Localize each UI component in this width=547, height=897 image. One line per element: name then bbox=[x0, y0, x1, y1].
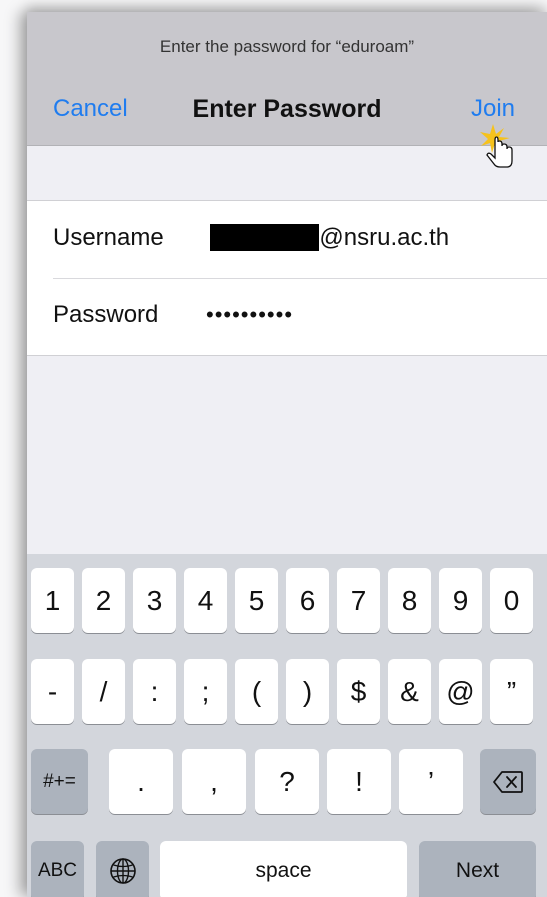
key-open-paren[interactable]: ( bbox=[235, 659, 278, 724]
cancel-button[interactable]: Cancel bbox=[53, 95, 128, 123]
backspace-icon bbox=[493, 770, 523, 793]
key-quote[interactable]: ” bbox=[490, 659, 533, 724]
key-hyphen[interactable]: - bbox=[31, 659, 74, 724]
key-5[interactable]: 5 bbox=[235, 568, 278, 633]
key-apostrophe[interactable]: ’ bbox=[399, 749, 463, 814]
credentials-form: Username valeerat.d@nsru.ac.th Password … bbox=[27, 200, 547, 356]
key-dollar[interactable]: $ bbox=[337, 659, 380, 724]
wifi-password-dialog: Enter the password for “eduroam” Cancel … bbox=[27, 12, 547, 897]
key-slash[interactable]: / bbox=[82, 659, 125, 724]
hand-pointer-cursor-icon bbox=[480, 124, 513, 168]
key-1[interactable]: 1 bbox=[31, 568, 74, 633]
redacted-username: valeerat.d bbox=[210, 224, 320, 251]
key-9[interactable]: 9 bbox=[439, 568, 482, 633]
key-at[interactable]: @ bbox=[439, 659, 482, 724]
key-comma[interactable]: , bbox=[182, 749, 246, 814]
username-row[interactable]: Username valeerat.d@nsru.ac.th bbox=[27, 201, 547, 278]
key-colon[interactable]: : bbox=[133, 659, 176, 724]
delete-key[interactable] bbox=[480, 749, 536, 814]
password-field[interactable]: •••••••••• bbox=[206, 302, 293, 328]
username-label: Username bbox=[53, 224, 164, 251]
key-4[interactable]: 4 bbox=[184, 568, 227, 633]
space-key[interactable]: space bbox=[160, 841, 407, 897]
password-label: Password bbox=[53, 301, 159, 328]
key-2[interactable]: 2 bbox=[82, 568, 125, 633]
key-6[interactable]: 6 bbox=[286, 568, 329, 633]
next-key[interactable]: Next bbox=[419, 841, 536, 897]
key-8[interactable]: 8 bbox=[388, 568, 431, 633]
key-exclamation[interactable]: ! bbox=[327, 749, 391, 814]
key-0[interactable]: 0 bbox=[490, 568, 533, 633]
key-7[interactable]: 7 bbox=[337, 568, 380, 633]
abc-key[interactable]: ABC bbox=[31, 841, 84, 897]
keyboard: 1 2 3 4 5 6 7 8 9 0 - / : ; ( ) $ & @ ” … bbox=[27, 554, 547, 897]
dialog-prompt: Enter the password for “eduroam” bbox=[159, 37, 415, 56]
dialog-header: Enter the password for “eduroam” Cancel … bbox=[27, 12, 547, 168]
username-field[interactable]: valeerat.d@nsru.ac.th bbox=[210, 224, 449, 252]
key-close-paren[interactable]: ) bbox=[286, 659, 329, 724]
key-ampersand[interactable]: & bbox=[388, 659, 431, 724]
key-semicolon[interactable]: ; bbox=[184, 659, 227, 724]
join-button[interactable]: Join bbox=[471, 95, 515, 123]
password-row[interactable]: Password •••••••••• bbox=[27, 278, 547, 355]
key-3[interactable]: 3 bbox=[133, 568, 176, 633]
globe-key[interactable] bbox=[96, 841, 149, 897]
globe-icon bbox=[109, 858, 136, 884]
key-period[interactable]: . bbox=[109, 749, 173, 814]
symbols-toggle-key[interactable]: #+= bbox=[31, 749, 88, 814]
username-domain: @nsru.ac.th bbox=[319, 224, 450, 251]
key-question[interactable]: ? bbox=[255, 749, 319, 814]
